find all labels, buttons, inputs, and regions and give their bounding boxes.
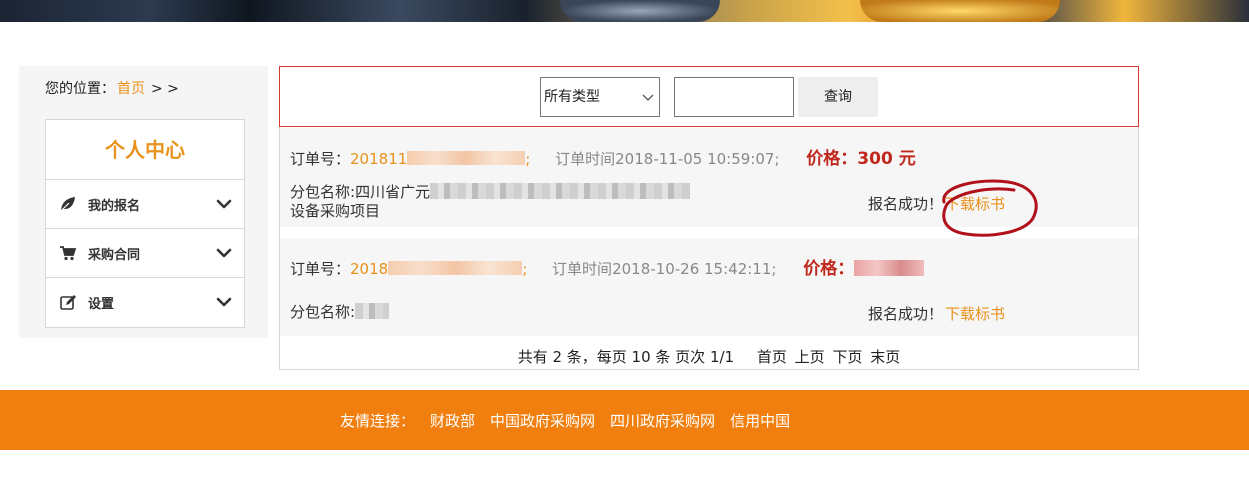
sidebar-item-my-registrations[interactable]: 我的报名 [46,180,244,229]
chevron-down-icon [216,297,232,307]
leaf-icon [59,195,77,213]
breadcrumb-home-link[interactable]: 首页 [117,81,145,97]
sidebar-item-settings[interactable]: 设置 [46,278,244,327]
redacted-price [854,260,925,276]
type-select-value: 所有类型 [544,89,600,105]
search-button[interactable]: 查询 [798,77,878,117]
sidebar-item-purchase-contract[interactable]: 采购合同 [46,229,244,278]
redacted-package-name [430,183,691,199]
package-name-continued: 设备采购项目 [290,202,381,220]
package-name-label: 分包名称: [290,303,356,321]
order-number-label: 订单号： [290,150,351,168]
red-circle-annotation [942,179,1038,237]
sidebar-item-label: 设置 [88,297,115,312]
header-banner-image [0,0,1249,22]
redacted-package-name [355,303,390,319]
footer-link-ccgp[interactable]: 中国政府采购网 [490,410,595,431]
order-time-label: 订单时间 [552,260,613,278]
redacted-order-number [388,261,523,275]
footer-links-label: 友情连接： [340,411,416,430]
first-page-link[interactable]: 首页 [757,348,787,366]
order-number-label: 订单号： [290,260,351,278]
last-page-link[interactable]: 末页 [870,348,900,366]
order-item: 订单号：201811; 订单时间2018-11-05 10:59:07; 价格：… [280,128,1138,237]
download-tender-link[interactable]: 下载标书 [945,305,1005,323]
sidebar-menu: 个人中心 我的报名 采购合同 设置 [45,119,245,328]
price-value: 300 元 [857,149,916,169]
price-label: 价格： [803,259,855,279]
breadcrumb-separator: > > [151,81,179,97]
order-time-label: 订单时间 [555,150,616,168]
registration-status: 报名成功！ [868,305,944,323]
type-select[interactable]: 所有类型 [540,77,660,117]
price-label: 价格： [806,149,858,169]
chevron-down-icon [642,94,654,101]
footer-link-sc-procurement[interactable]: 四川政府采购网 [610,410,715,431]
order-item: 订单号：2018; 订单时间2018-10-26 15:42:11; 价格： 分… [280,238,1138,336]
sidebar-item-label: 采购合同 [88,247,141,263]
chevron-down-icon [216,199,232,209]
sidebar-item-label: 我的报名 [88,198,141,214]
breadcrumb-prefix: 您的位置： [45,81,115,97]
redacted-order-number [407,151,526,165]
footer-link-mof[interactable]: 财政部 [430,410,475,431]
footer-link-credit-china[interactable]: 信用中国 [730,410,790,431]
breadcrumb: 您的位置： 首页 > > [45,78,179,98]
edit-icon [59,294,77,312]
pagination: 共有 2 条，每页 10 条 页次 1/1 首页 上页 下页 末页 [280,346,1138,367]
next-page-link[interactable]: 下页 [832,348,862,366]
search-bar: 所有类型 查询 [279,66,1139,127]
keyword-input[interactable] [674,77,794,117]
order-number: 201811 [350,150,408,168]
package-name: 四川省广元 [355,183,431,201]
chevron-down-icon [216,248,232,258]
cart-icon [59,244,77,262]
package-name-label: 分包名称: [290,183,356,201]
sidebar-title: 个人中心 [46,120,244,180]
order-time: 2018-11-05 10:59:07; [615,150,780,168]
prev-page-link[interactable]: 上页 [795,348,825,366]
footer: 友情连接： 财政部 中国政府采购网 四川政府采购网 信用中国 [0,390,1249,450]
registration-status: 报名成功！ [868,195,944,213]
order-time: 2018-10-26 15:42:11; [612,260,777,278]
order-number: 2018 [350,260,389,278]
pagination-summary: 共有 2 条，每页 10 条 页次 1/1 [517,348,735,366]
